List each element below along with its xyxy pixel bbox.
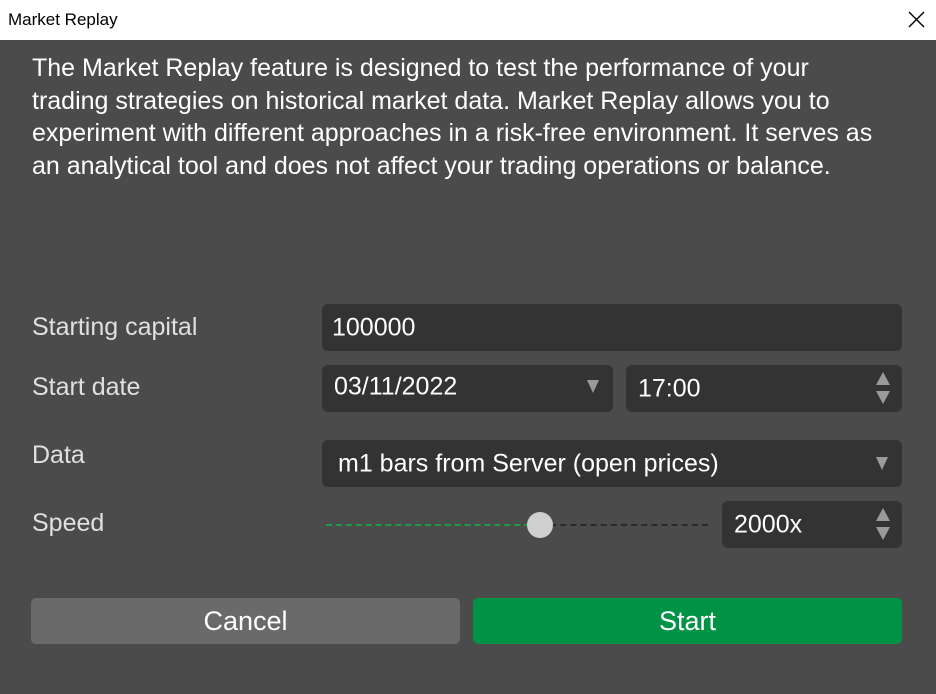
title-bar: Market Replay	[0, 0, 936, 40]
window-title: Market Replay	[8, 10, 118, 29]
speed-slider[interactable]	[326, 511, 710, 541]
speed-input[interactable]: 2000x	[722, 501, 902, 548]
start-date-dropdown[interactable]: 03/11/2022	[322, 365, 613, 412]
speed-label: Speed	[32, 509, 105, 537]
starting-capital-value: 100000	[332, 313, 416, 341]
data-label: Data	[32, 441, 85, 469]
speed-slider-fill	[326, 524, 540, 526]
cancel-button[interactable]: Cancel	[31, 598, 460, 644]
start-button[interactable]: Start	[473, 598, 902, 644]
spin-up-icon[interactable]	[876, 372, 890, 385]
start-date-label: Start date	[32, 373, 141, 401]
start-time-value: 17:00	[638, 374, 701, 402]
description-text: The Market Replay feature is designed to…	[32, 54, 873, 180]
data-source-value: m1 bars from Server (open prices)	[338, 449, 719, 477]
close-icon[interactable]	[902, 4, 932, 34]
starting-capital-input[interactable]: 100000	[322, 304, 902, 351]
spin-down-icon[interactable]	[876, 391, 890, 404]
spin-down-icon[interactable]	[876, 527, 890, 540]
chevron-down-icon	[587, 380, 599, 393]
speed-slider-thumb[interactable]	[527, 512, 553, 538]
spin-up-icon[interactable]	[876, 508, 890, 521]
speed-slider-track	[540, 524, 708, 526]
start-date-value: 03/11/2022	[334, 372, 458, 401]
data-source-dropdown[interactable]: m1 bars from Server (open prices)	[322, 440, 902, 487]
start-time-input[interactable]: 17:00	[626, 365, 902, 412]
speed-value: 2000x	[734, 510, 803, 538]
chevron-down-icon	[876, 457, 888, 470]
starting-capital-label: Starting capital	[32, 313, 198, 341]
